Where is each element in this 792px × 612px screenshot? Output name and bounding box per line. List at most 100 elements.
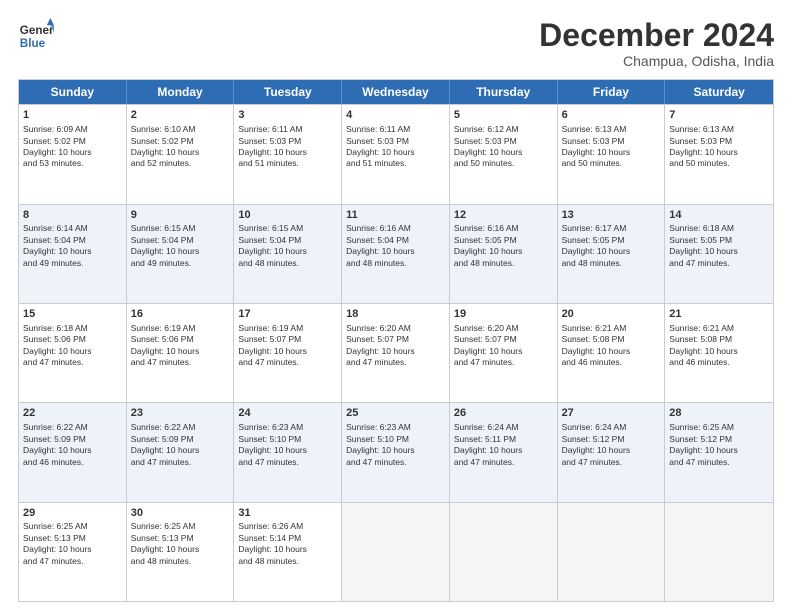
day-number: 18 <box>346 307 445 322</box>
day-number: 3 <box>238 108 337 123</box>
day-info: Sunrise: 6:19 AM Sunset: 5:06 PM Dayligh… <box>131 323 200 367</box>
day-number: 5 <box>454 108 553 123</box>
day-info: Sunrise: 6:19 AM Sunset: 5:07 PM Dayligh… <box>238 323 307 367</box>
day-number: 28 <box>669 406 769 421</box>
cal-cell-day-26: 26Sunrise: 6:24 AM Sunset: 5:11 PM Dayli… <box>450 403 558 501</box>
day-info: Sunrise: 6:10 AM Sunset: 5:02 PM Dayligh… <box>131 124 200 168</box>
cal-cell-day-6: 6Sunrise: 6:13 AM Sunset: 5:03 PM Daylig… <box>558 105 666 203</box>
title-block: December 2024 Champua, Odisha, India <box>539 18 774 69</box>
cal-cell-day-24: 24Sunrise: 6:23 AM Sunset: 5:10 PM Dayli… <box>234 403 342 501</box>
cal-cell-day-11: 11Sunrise: 6:16 AM Sunset: 5:04 PM Dayli… <box>342 205 450 303</box>
day-info: Sunrise: 6:25 AM Sunset: 5:13 PM Dayligh… <box>23 521 92 565</box>
day-number: 4 <box>346 108 445 123</box>
cal-row-2: 15Sunrise: 6:18 AM Sunset: 5:06 PM Dayli… <box>19 303 773 402</box>
day-number: 20 <box>562 307 661 322</box>
day-info: Sunrise: 6:18 AM Sunset: 5:06 PM Dayligh… <box>23 323 92 367</box>
day-info: Sunrise: 6:15 AM Sunset: 5:04 PM Dayligh… <box>131 223 200 267</box>
cal-row-1: 8Sunrise: 6:14 AM Sunset: 5:04 PM Daylig… <box>19 204 773 303</box>
header: General Blue December 2024 Champua, Odis… <box>18 18 774 69</box>
cal-cell-day-31: 31Sunrise: 6:26 AM Sunset: 5:14 PM Dayli… <box>234 503 342 601</box>
day-number: 30 <box>131 506 230 521</box>
day-number: 19 <box>454 307 553 322</box>
logo: General Blue <box>18 18 54 54</box>
day-info: Sunrise: 6:22 AM Sunset: 5:09 PM Dayligh… <box>131 422 200 466</box>
weekday-header-saturday: Saturday <box>665 80 773 104</box>
day-number: 26 <box>454 406 553 421</box>
cal-row-3: 22Sunrise: 6:22 AM Sunset: 5:09 PM Dayli… <box>19 402 773 501</box>
day-info: Sunrise: 6:26 AM Sunset: 5:14 PM Dayligh… <box>238 521 307 565</box>
cal-cell-day-15: 15Sunrise: 6:18 AM Sunset: 5:06 PM Dayli… <box>19 304 127 402</box>
day-info: Sunrise: 6:16 AM Sunset: 5:04 PM Dayligh… <box>346 223 415 267</box>
day-info: Sunrise: 6:23 AM Sunset: 5:10 PM Dayligh… <box>238 422 307 466</box>
cal-cell-day-21: 21Sunrise: 6:21 AM Sunset: 5:08 PM Dayli… <box>665 304 773 402</box>
day-info: Sunrise: 6:14 AM Sunset: 5:04 PM Dayligh… <box>23 223 92 267</box>
cal-cell-day-30: 30Sunrise: 6:25 AM Sunset: 5:13 PM Dayli… <box>127 503 235 601</box>
day-info: Sunrise: 6:20 AM Sunset: 5:07 PM Dayligh… <box>454 323 523 367</box>
cal-cell-day-22: 22Sunrise: 6:22 AM Sunset: 5:09 PM Dayli… <box>19 403 127 501</box>
day-info: Sunrise: 6:21 AM Sunset: 5:08 PM Dayligh… <box>669 323 738 367</box>
day-info: Sunrise: 6:12 AM Sunset: 5:03 PM Dayligh… <box>454 124 523 168</box>
day-number: 11 <box>346 208 445 223</box>
cal-cell-day-16: 16Sunrise: 6:19 AM Sunset: 5:06 PM Dayli… <box>127 304 235 402</box>
day-info: Sunrise: 6:09 AM Sunset: 5:02 PM Dayligh… <box>23 124 92 168</box>
cal-cell-empty <box>558 503 666 601</box>
cal-cell-day-5: 5Sunrise: 6:12 AM Sunset: 5:03 PM Daylig… <box>450 105 558 203</box>
cal-cell-day-17: 17Sunrise: 6:19 AM Sunset: 5:07 PM Dayli… <box>234 304 342 402</box>
weekday-header-monday: Monday <box>127 80 235 104</box>
day-info: Sunrise: 6:21 AM Sunset: 5:08 PM Dayligh… <box>562 323 631 367</box>
day-number: 23 <box>131 406 230 421</box>
cal-cell-day-27: 27Sunrise: 6:24 AM Sunset: 5:12 PM Dayli… <box>558 403 666 501</box>
cal-cell-day-18: 18Sunrise: 6:20 AM Sunset: 5:07 PM Dayli… <box>342 304 450 402</box>
weekday-header-friday: Friday <box>558 80 666 104</box>
day-info: Sunrise: 6:25 AM Sunset: 5:13 PM Dayligh… <box>131 521 200 565</box>
day-number: 15 <box>23 307 122 322</box>
cal-cell-day-8: 8Sunrise: 6:14 AM Sunset: 5:04 PM Daylig… <box>19 205 127 303</box>
weekday-header-tuesday: Tuesday <box>234 80 342 104</box>
day-number: 10 <box>238 208 337 223</box>
day-info: Sunrise: 6:20 AM Sunset: 5:07 PM Dayligh… <box>346 323 415 367</box>
generalblue-logo-icon: General Blue <box>18 18 54 54</box>
day-number: 1 <box>23 108 122 123</box>
day-info: Sunrise: 6:24 AM Sunset: 5:11 PM Dayligh… <box>454 422 523 466</box>
day-number: 13 <box>562 208 661 223</box>
day-number: 21 <box>669 307 769 322</box>
day-info: Sunrise: 6:11 AM Sunset: 5:03 PM Dayligh… <box>238 124 307 168</box>
cal-cell-day-19: 19Sunrise: 6:20 AM Sunset: 5:07 PM Dayli… <box>450 304 558 402</box>
cal-cell-day-1: 1Sunrise: 6:09 AM Sunset: 5:02 PM Daylig… <box>19 105 127 203</box>
cal-cell-day-4: 4Sunrise: 6:11 AM Sunset: 5:03 PM Daylig… <box>342 105 450 203</box>
day-info: Sunrise: 6:13 AM Sunset: 5:03 PM Dayligh… <box>669 124 738 168</box>
day-info: Sunrise: 6:25 AM Sunset: 5:12 PM Dayligh… <box>669 422 738 466</box>
day-info: Sunrise: 6:22 AM Sunset: 5:09 PM Dayligh… <box>23 422 92 466</box>
day-number: 25 <box>346 406 445 421</box>
cal-row-0: 1Sunrise: 6:09 AM Sunset: 5:02 PM Daylig… <box>19 104 773 203</box>
svg-text:General: General <box>20 24 54 37</box>
cal-row-4: 29Sunrise: 6:25 AM Sunset: 5:13 PM Dayli… <box>19 502 773 601</box>
day-number: 22 <box>23 406 122 421</box>
calendar-header: SundayMondayTuesdayWednesdayThursdayFrid… <box>19 80 773 104</box>
calendar-body: 1Sunrise: 6:09 AM Sunset: 5:02 PM Daylig… <box>19 104 773 601</box>
cal-cell-empty <box>450 503 558 601</box>
cal-cell-day-12: 12Sunrise: 6:16 AM Sunset: 5:05 PM Dayli… <box>450 205 558 303</box>
weekday-header-sunday: Sunday <box>19 80 127 104</box>
day-number: 17 <box>238 307 337 322</box>
cal-cell-day-2: 2Sunrise: 6:10 AM Sunset: 5:02 PM Daylig… <box>127 105 235 203</box>
cal-cell-day-25: 25Sunrise: 6:23 AM Sunset: 5:10 PM Dayli… <box>342 403 450 501</box>
svg-text:Blue: Blue <box>20 37 46 50</box>
day-number: 2 <box>131 108 230 123</box>
day-number: 9 <box>131 208 230 223</box>
day-info: Sunrise: 6:15 AM Sunset: 5:04 PM Dayligh… <box>238 223 307 267</box>
day-number: 29 <box>23 506 122 521</box>
day-number: 8 <box>23 208 122 223</box>
cal-cell-day-7: 7Sunrise: 6:13 AM Sunset: 5:03 PM Daylig… <box>665 105 773 203</box>
day-number: 14 <box>669 208 769 223</box>
page: General Blue December 2024 Champua, Odis… <box>0 0 792 612</box>
day-number: 16 <box>131 307 230 322</box>
calendar: SundayMondayTuesdayWednesdayThursdayFrid… <box>18 79 774 602</box>
weekday-header-thursday: Thursday <box>450 80 558 104</box>
day-number: 27 <box>562 406 661 421</box>
day-number: 12 <box>454 208 553 223</box>
month-title: December 2024 <box>539 18 774 53</box>
day-number: 7 <box>669 108 769 123</box>
day-number: 24 <box>238 406 337 421</box>
cal-cell-day-23: 23Sunrise: 6:22 AM Sunset: 5:09 PM Dayli… <box>127 403 235 501</box>
